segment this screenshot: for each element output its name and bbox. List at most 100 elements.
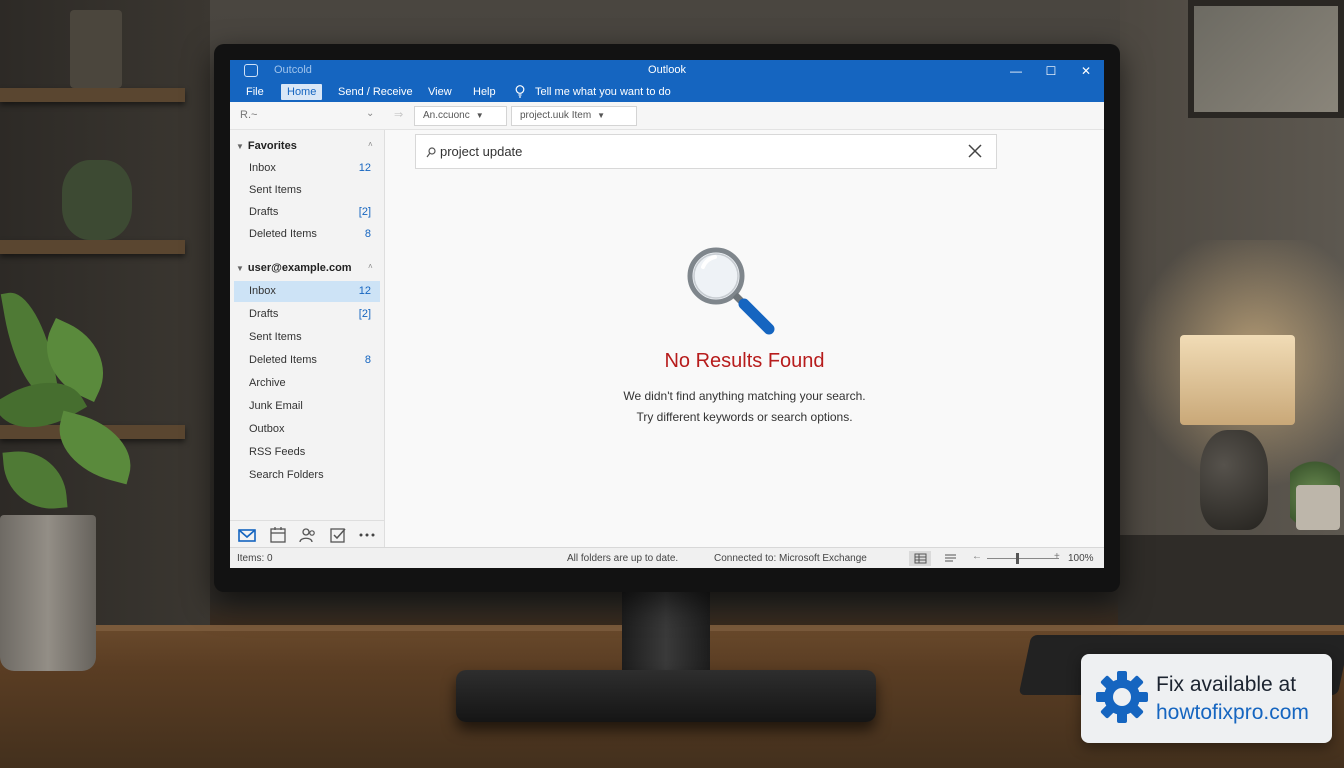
clear-search-icon[interactable] [966, 142, 984, 160]
unread-count: [2] [358, 206, 371, 218]
folder-label: Drafts [249, 206, 279, 218]
background-shelf [0, 240, 185, 254]
favorites-header[interactable]: ▼ Favorites [236, 140, 297, 152]
background-shelf-vase [70, 10, 122, 88]
ribbon-tabs: File Home Send / Receive View Help Tell … [230, 82, 1104, 102]
search-input[interactable]: project update [415, 134, 997, 169]
lightbulb-icon[interactable] [515, 85, 525, 98]
favorites-label: Favorites [247, 140, 297, 152]
sidebar-item-sent[interactable]: Sent Items [234, 327, 380, 348]
close-button[interactable]: ✕ [1071, 62, 1101, 80]
folder-label: Outbox [249, 423, 285, 435]
favorites-item-drafts[interactable]: Drafts [2] [234, 202, 380, 223]
maximize-button[interactable]: ☐ [1036, 62, 1066, 80]
favorites-item-sent[interactable]: Sent Items [234, 180, 380, 201]
unread-count: 12 [358, 285, 371, 297]
chevron-down-icon[interactable]: ⌄ [366, 108, 374, 119]
no-results-hint: Try different keywords or search options… [636, 410, 853, 424]
sidebar-item-inbox[interactable]: Inbox 12 [234, 281, 380, 302]
sidebar-item-outbox[interactable]: Outbox [234, 419, 380, 440]
tab-help[interactable]: Help [467, 84, 502, 100]
unread-count: 8 [364, 354, 371, 366]
folder-label: RSS Feeds [249, 446, 306, 458]
reading-view-icon[interactable] [939, 551, 961, 566]
tell-me-search[interactable]: Tell me what you want to do [535, 86, 671, 98]
reading-pane: project update No Results Found We didn'… [385, 130, 1104, 547]
folder-pane: ▼ Favorites ˄ Inbox 12 Sent Items Drafts [2… [230, 130, 385, 547]
tab-view[interactable]: View [422, 84, 458, 100]
folder-label: Deleted Items [249, 228, 317, 240]
collapse-icon[interactable]: ˄ [368, 262, 373, 271]
sidebar-item-archive[interactable]: Archive [234, 373, 380, 394]
zoom-slider-thumb[interactable] [1016, 553, 1019, 564]
sidebar-item-junk[interactable]: Junk Email [234, 396, 380, 417]
badge-url[interactable]: howtofixpro.com [1156, 701, 1309, 725]
background-lamp-shade [1180, 335, 1295, 425]
caret-down-icon: ▼ [236, 264, 244, 273]
collapse-icon[interactable]: ˄ [368, 140, 373, 149]
normal-view-icon[interactable] [909, 551, 931, 566]
toolbar: R.~ ⌄ ⇒ An.ccuonc ▼ project.uuk Item ▼ [230, 102, 1104, 130]
outlook-window: Outcold Outlook — ☐ ✕ File Home Send / R… [230, 60, 1104, 568]
search-filter-label: project.uuk Item [520, 110, 592, 121]
tasks-icon[interactable] [329, 527, 347, 543]
caret-down-icon: ▼ [236, 142, 244, 151]
account-label: user@example.com [247, 262, 352, 274]
no-results-title: No Results Found [664, 350, 825, 372]
module-navigation [230, 520, 385, 547]
badge-headline: Fix available at [1156, 673, 1297, 696]
no-results-message: We didn't find anything matching your se… [623, 389, 866, 403]
sync-status: All folders are up to date. [567, 553, 679, 564]
folder-label: Inbox [249, 162, 276, 174]
favorites-item-inbox[interactable]: Inbox 12 [234, 158, 380, 179]
sidebar-item-deleted[interactable]: Deleted Items 8 [234, 350, 380, 371]
folder-label: Drafts [249, 308, 279, 320]
items-count: Items: 0 [237, 553, 273, 564]
gear-icon [1096, 671, 1148, 723]
tab-send-receive[interactable]: Send / Receive [332, 84, 419, 100]
tab-home[interactable]: Home [281, 84, 323, 100]
plant-pot [0, 515, 96, 671]
folder-label: Inbox [249, 285, 276, 297]
more-icon[interactable] [358, 527, 376, 543]
search-icon [426, 147, 436, 158]
zoom-out-icon[interactable]: ← [972, 551, 982, 562]
search-query: project update [440, 144, 523, 159]
search-scope-label: An.ccuonc [423, 110, 470, 121]
zoom-level[interactable]: 100% [1068, 553, 1094, 564]
sidebar-item-drafts[interactable]: Drafts [2] [234, 304, 380, 325]
background-lamp-base [1200, 430, 1268, 530]
chevron-down-icon: ▼ [475, 111, 484, 120]
search-scope-dropdown[interactable]: An.ccuonc ▼ [414, 106, 507, 126]
people-icon[interactable] [299, 527, 317, 543]
folder-label: Sent Items [249, 184, 302, 196]
calendar-icon[interactable] [269, 527, 287, 543]
folder-label: Junk Email [249, 400, 303, 412]
window-title: Outlook [648, 64, 686, 76]
background-pot-right [1296, 485, 1340, 530]
folder-label: Sent Items [249, 331, 302, 343]
folder-label: Search Folders [249, 469, 324, 481]
folder-search-box[interactable]: R.~ [240, 109, 257, 121]
tab-file[interactable]: File [240, 84, 270, 100]
monitor-stand-base [456, 670, 876, 722]
zoom-slider[interactable] [987, 558, 1059, 559]
status-bar: Items: 0 All folders are up to date. Con… [230, 547, 1104, 568]
zoom-in-icon[interactable]: + [1054, 551, 1060, 562]
account-header[interactable]: ▼ user@example.com [236, 262, 352, 274]
sidebar-item-rss[interactable]: RSS Feeds [234, 442, 380, 463]
favorites-item-deleted[interactable]: Deleted Items 8 [234, 224, 380, 245]
background-shelf-plant [62, 160, 132, 240]
minimize-button[interactable]: — [1001, 62, 1031, 80]
folder-label: Archive [249, 377, 286, 389]
unread-count: 8 [364, 228, 371, 240]
fix-available-badge[interactable]: Fix available at howtofixpro.com [1081, 654, 1332, 743]
title-bar: Outcold Outlook — ☐ ✕ [230, 60, 1104, 82]
connection-status: Connected to: Microsoft Exchange [714, 553, 867, 564]
sidebar-item-search-folders[interactable]: Search Folders [234, 465, 380, 486]
back-arrow-icon[interactable]: ⇒ [394, 108, 403, 121]
mail-icon[interactable] [238, 527, 256, 543]
background-picture-frame [1188, 0, 1344, 118]
search-filter-dropdown[interactable]: project.uuk Item ▼ [511, 106, 637, 126]
chevron-down-icon: ▼ [597, 111, 606, 120]
